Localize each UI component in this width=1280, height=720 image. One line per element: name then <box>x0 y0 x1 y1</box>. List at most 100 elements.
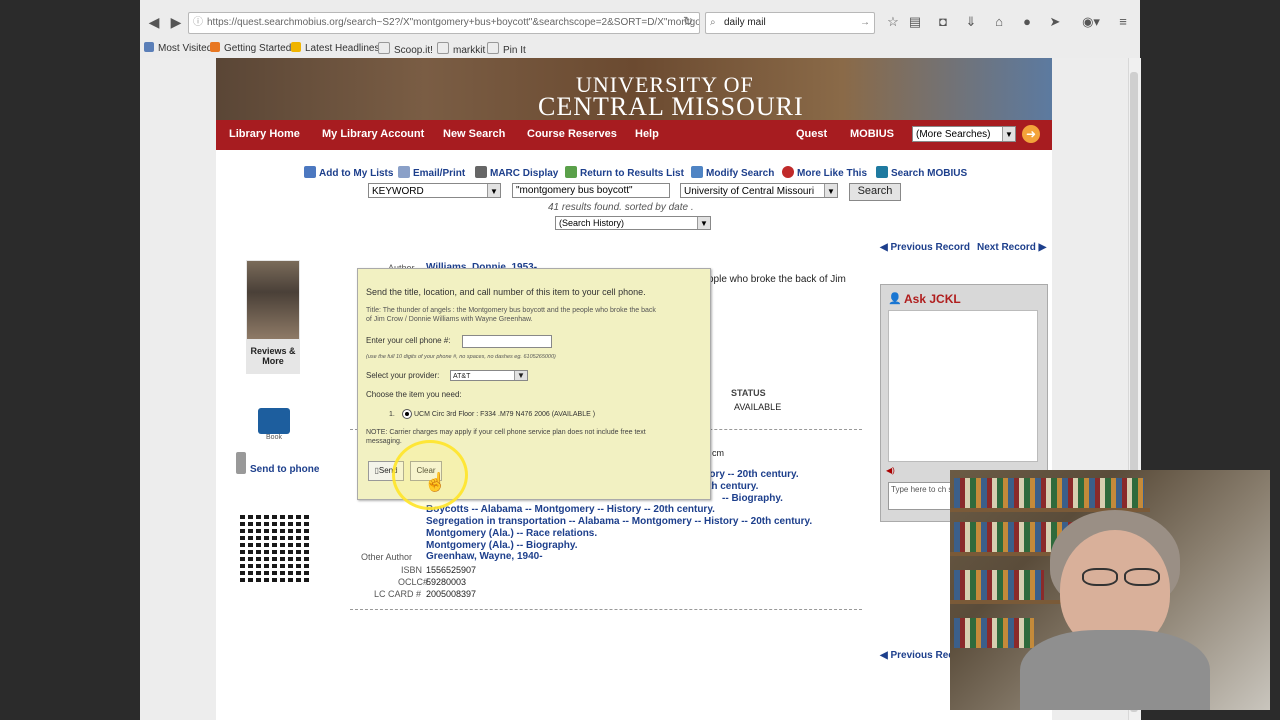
page-icon <box>437 42 449 54</box>
arrow-left-icon: ◀ <box>880 242 891 253</box>
other-author-link[interactable]: Greenhaw, Wayne, 1940- <box>426 551 543 562</box>
search-icon: ⌕ <box>710 17 716 28</box>
sound-icon[interactable]: ◀) <box>886 466 895 475</box>
oclc-label: OCLC# <box>398 577 429 587</box>
reload-icon[interactable]: ↻ <box>683 14 693 28</box>
subject-link[interactable]: th century. <box>708 481 758 492</box>
menu-my-account[interactable]: My Library Account <box>322 128 424 140</box>
subject-link[interactable]: tory -- 20th century. <box>706 469 799 480</box>
more-like-this-link[interactable]: More Like This <box>782 166 867 179</box>
bookmark-item[interactable]: Latest Headlines <box>291 42 380 54</box>
menu-mobius[interactable]: MOBIUS <box>850 128 894 140</box>
menu-quest[interactable]: Quest <box>796 128 827 140</box>
divider <box>350 609 862 610</box>
magnifier-icon <box>691 166 703 178</box>
add-to-lists-link[interactable]: Add to My Lists <box>304 166 393 179</box>
home-icon[interactable]: ⌂ <box>990 14 1008 30</box>
page-icon <box>378 42 390 54</box>
search-mobius-link[interactable]: Search MOBIUS <box>876 166 967 179</box>
web-search-box[interactable]: ⌕ daily mail → <box>705 12 875 34</box>
marc-display-link[interactable]: MARC Display <box>475 166 558 179</box>
url-bar[interactable]: ⓘ https://quest.searchmobius.org/search~… <box>188 12 700 34</box>
subject-link[interactable]: Montgomery (Ala.) -- Race relations. <box>426 528 597 539</box>
note-line2: messaging. <box>366 438 402 445</box>
hand-cursor-icon: ☝ <box>424 472 447 492</box>
librarian-icon: 👤 <box>888 293 902 305</box>
folder-icon <box>144 42 154 52</box>
phone-icon <box>236 452 246 474</box>
menu-course-reserves[interactable]: Course Reserves <box>527 128 617 140</box>
search-scope-select[interactable]: University of Central Missouri ▼ <box>680 183 838 198</box>
search-button[interactable]: Search <box>849 183 901 201</box>
send-icon[interactable]: ➤ <box>1046 14 1064 30</box>
add-list-icon <box>304 166 316 178</box>
isbn-label: ISBN <box>401 565 423 575</box>
info-icon: ⓘ <box>193 17 203 28</box>
search-query-input[interactable]: "montgomery bus boycott" <box>512 183 670 198</box>
results-count: 41 results found. sorted by date . <box>548 202 694 213</box>
chat-icon[interactable]: ● <box>1018 14 1036 30</box>
provider-select[interactable]: AT&T ▼ <box>450 370 528 381</box>
other-author-label: Other Author <box>361 552 413 562</box>
chat-log <box>888 310 1038 462</box>
addon-icon[interactable]: ◉▾ <box>1078 14 1104 30</box>
chevron-down-icon: ▼ <box>514 371 527 380</box>
go-arrow-button[interactable]: ➜ <box>1022 125 1040 143</box>
reading-list-icon[interactable]: ▤ <box>906 14 924 30</box>
bookmark-item[interactable]: Getting Started <box>210 42 291 54</box>
university-banner: UNIVERSITY OF CENTRAL MISSOURI <box>216 58 1052 120</box>
modify-search-link[interactable]: Modify Search <box>691 166 774 179</box>
search-history-select[interactable]: (Search History) ▼ <box>555 216 711 230</box>
bookshelf-row <box>954 478 1144 508</box>
bookmark-item[interactable]: Most Visited <box>144 42 212 54</box>
send-to-phone-link[interactable]: Send to phone <box>250 464 319 475</box>
phone-hint: (use the full 10 digits of your phone #,… <box>366 354 556 360</box>
extent-text: cm <box>712 448 724 458</box>
subject-link[interactable]: Segregation in transportation -- Alabama… <box>426 516 812 527</box>
cell-phone-input[interactable] <box>462 335 552 348</box>
download-icon[interactable]: ⇓ <box>962 14 980 30</box>
subject-link[interactable]: Boycotts -- Alabama -- Montgomery -- His… <box>426 504 715 515</box>
bookmarks-bar: Most Visited Getting Started Latest Head… <box>140 38 1140 58</box>
return-results-link[interactable]: Return to Results List <box>565 166 684 179</box>
previous-record-link-bottom[interactable]: ◀ Previous Rec <box>880 650 954 661</box>
bookmark-item[interactable]: Scoop.it! <box>378 42 433 56</box>
mobius-icon <box>876 166 888 178</box>
page-icon <box>487 42 499 54</box>
previous-record-link[interactable]: ◀ Previous Record <box>880 242 970 253</box>
status-header: STATUS <box>731 388 766 398</box>
search-type-select[interactable]: KEYWORD ▼ <box>368 183 501 198</box>
more-searches-select[interactable]: (More Searches) ▼ <box>912 126 1016 142</box>
note-line1: NOTE: Carrier charges may apply if your … <box>366 429 646 436</box>
menu-new-search[interactable]: New Search <box>443 128 505 140</box>
subject-link[interactable]: -- Biography. <box>722 493 783 504</box>
menu-help[interactable]: Help <box>635 128 659 140</box>
item-text: UCM Circ 3rd Floor : F334 .M79 N476 2006… <box>414 411 596 418</box>
book-format-label: Book <box>266 434 282 441</box>
bookmark-star-icon[interactable]: ☆ <box>884 14 902 30</box>
reviews-more-link[interactable]: Reviews & More <box>246 346 300 366</box>
pocket-icon[interactable]: ◘ <box>934 14 952 30</box>
web-search-text: daily mail <box>724 17 766 28</box>
item-radio[interactable] <box>402 409 412 419</box>
lccard-label: LC CARD # <box>374 589 422 599</box>
status-value: AVAILABLE <box>734 402 782 412</box>
book-cover-image[interactable] <box>247 261 299 339</box>
dialog-title-line1: Title: The thunder of angels : the Montg… <box>366 307 656 314</box>
forward-icon[interactable]: ▶ <box>166 12 186 32</box>
back-icon[interactable]: ◀ <box>144 12 164 32</box>
menu-icon[interactable]: ≡ <box>1114 14 1132 30</box>
email-print-link[interactable]: Email/Print <box>398 166 465 179</box>
next-record-link[interactable]: Next Record ▶ <box>977 242 1046 253</box>
menu-library-home[interactable]: Library Home <box>229 128 300 140</box>
isbn-value: 1556525907 <box>426 565 477 575</box>
bookmark-item[interactable]: Pin It <box>487 42 526 56</box>
go-arrow-icon[interactable]: → <box>860 13 870 33</box>
bookshelf-row <box>954 570 1044 600</box>
bookmark-item[interactable]: markkit <box>437 42 485 56</box>
item-number: 1. <box>389 411 395 418</box>
arrow-left-icon: ◀ <box>880 650 891 661</box>
chevron-down-icon: ▼ <box>1002 127 1015 141</box>
chevron-down-icon: ▼ <box>824 184 837 197</box>
subject-link[interactable]: Montgomery (Ala.) -- Biography. <box>426 540 577 551</box>
